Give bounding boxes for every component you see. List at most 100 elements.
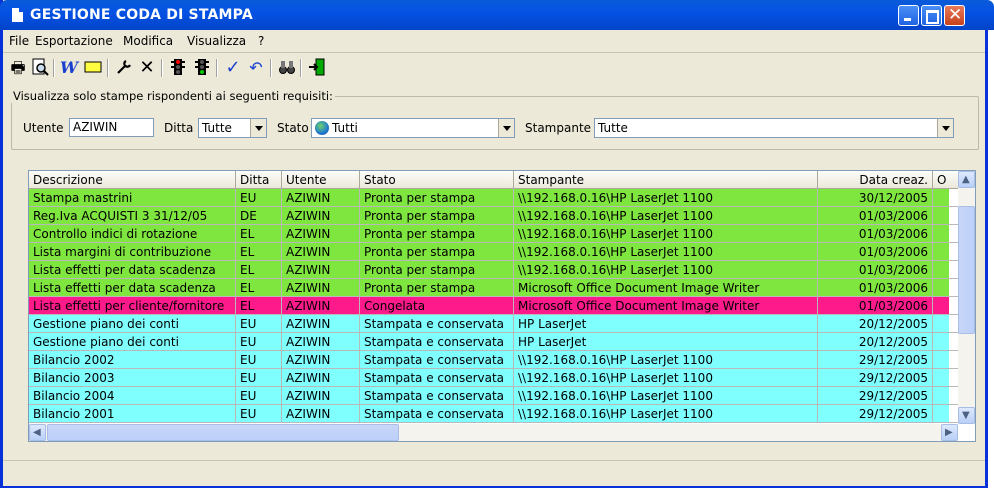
cell-descrizione: Lista effetti per data scadenza [29,279,236,297]
title-bar[interactable]: GESTIONE CODA DI STAMPA ✕ [0,0,994,30]
cell-descrizione: Stampa mastrini [29,189,236,207]
table-row[interactable]: Bilancio 2004 EU AZIWIN Stampata e conserva… [29,387,959,405]
undo-icon[interactable]: ↶ [245,58,267,78]
table-row[interactable]: Lista margini di contribuzione EL AZIWIN Pr… [29,243,959,261]
table-row[interactable]: Bilancio 2001 EU AZIWIN Stampata e conserva… [29,405,959,423]
scroll-left-button[interactable]: ◀ [29,424,46,441]
chevron-down-icon[interactable] [937,119,953,137]
cell-stato: Stampata e conservata [360,405,514,423]
rectangle-icon[interactable] [82,58,104,78]
cell-data-creazione: 20/12/2005 [818,315,933,333]
ditta-label: Ditta [164,121,194,135]
table-row[interactable]: Gestione piano dei conti EU AZIWIN Stampata… [29,315,959,333]
table-row[interactable]: Gestione piano dei conti EU AZIWIN Stampata… [29,333,959,351]
close-button[interactable]: ✕ [944,5,965,26]
cell-data-creazione: 01/03/2006 [818,279,933,297]
cell-o [933,387,959,405]
cell-stato: Pronta per stampa [360,261,514,279]
chevron-down-icon[interactable] [250,119,266,137]
menu-file[interactable]: File [9,34,29,48]
cell-ditta: EU [236,369,282,387]
stampante-select[interactable]: Tutte [594,118,954,138]
cell-stampante: \\192.168.0.16\HP LaserJet 1100 [514,405,818,423]
cell-utente: AZIWIN [282,369,360,387]
table-row[interactable]: Controllo indici di rotazione EL AZIWIN Pro… [29,225,959,243]
cell-data-creazione: 01/03/2006 [818,207,933,225]
binoculars-icon[interactable] [276,58,298,78]
table-row[interactable]: Stampa mastrini EU AZIWIN Pronta per stampa… [29,189,959,207]
column-header-ditta[interactable]: Ditta [236,171,282,189]
grid-header: Descrizione Ditta Utente Stato Stampante… [29,171,959,189]
cell-stato: Pronta per stampa [360,207,514,225]
cell-stato: Stampata e conservata [360,387,514,405]
print-preview-icon[interactable] [29,58,51,78]
utente-input[interactable]: AZIWIN [69,118,154,137]
cell-descrizione: Bilancio 2001 [29,405,236,423]
scroll-up-button[interactable]: ▲ [958,171,975,188]
cell-ditta: EL [236,261,282,279]
scroll-right-button[interactable]: ▶ [941,424,958,441]
column-header-stato[interactable]: Stato [360,171,514,189]
scroll-down-button[interactable]: ▼ [958,407,975,424]
exit-icon[interactable] [306,58,328,78]
table-row[interactable]: Bilancio 2002 EU AZIWIN Stampata e conserva… [29,351,959,369]
cell-o [933,189,959,207]
menu-modifica[interactable]: Modifica [123,34,173,48]
cell-ditta: EL [236,279,282,297]
horizontal-scrollbar[interactable]: ◀ ▶ [29,424,958,441]
document-icon [12,8,23,22]
cell-ditta: EU [236,315,282,333]
table-row[interactable]: Bilancio 2003 EU AZIWIN Stampata e conserva… [29,369,959,387]
cell-data-creazione: 20/12/2005 [818,333,933,351]
horizontal-scroll-thumb[interactable] [47,424,399,441]
menu-esportazione[interactable]: Esportazione [35,34,113,48]
traffic-light-green-icon[interactable] [191,58,213,78]
column-header-data-creazione[interactable]: Data creaz. [818,171,933,189]
table-row[interactable]: Lista effetti per data scadenza EL AZIWIN P… [29,261,959,279]
column-header-o[interactable]: O [933,171,959,189]
menu-visualizza[interactable]: Visualizza [187,34,246,48]
check-icon[interactable]: ✓ [222,58,244,78]
cell-utente: AZIWIN [282,189,360,207]
table-row[interactable]: Reg.Iva ACQUISTI 3 31/12/05 DE AZIWIN Pront… [29,207,959,225]
cell-o [933,243,959,261]
cell-ditta: EU [236,351,282,369]
wrench-icon[interactable] [113,58,135,78]
chevron-left-icon: ◀ [33,427,41,438]
word-icon[interactable]: W [58,58,80,78]
chevron-down-icon[interactable] [498,119,514,137]
cell-ditta: EL [236,297,282,315]
vertical-scroll-thumb[interactable] [958,206,975,334]
cell-stampante: Microsoft Office Document Image Writer [514,297,818,315]
menu-help[interactable]: ? [258,34,264,48]
cell-utente: AZIWIN [282,405,360,423]
cell-o [933,315,959,333]
cell-data-creazione: 01/03/2006 [818,225,933,243]
stato-select[interactable]: Tutti [311,118,515,138]
cell-stato: Stampata e conservata [360,351,514,369]
table-row[interactable]: Lista effetti per cliente/fornitore EL AZI… [29,297,959,315]
table-row[interactable]: Lista effetti per data scadenza EL AZIWIN P… [29,279,959,297]
cell-data-creazione: 30/12/2005 [818,189,933,207]
column-header-stampante[interactable]: Stampante [514,171,818,189]
traffic-light-red-icon[interactable] [167,58,189,78]
cell-o [933,297,959,315]
maximize-button[interactable] [921,5,942,26]
stato-value: Tutti [332,121,358,135]
minimize-button[interactable] [898,5,919,26]
cell-ditta: EL [236,243,282,261]
cell-data-creazione: 29/12/2005 [818,405,933,423]
cell-stampante: \\192.168.0.16\HP LaserJet 1100 [514,261,818,279]
cell-stato: Pronta per stampa [360,243,514,261]
vertical-scrollbar[interactable]: ▲ ▼ [958,171,975,424]
cell-descrizione: Controllo indici di rotazione [29,225,236,243]
cell-data-creazione: 01/03/2006 [818,261,933,279]
column-header-utente[interactable]: Utente [282,171,360,189]
printer-icon[interactable]: 🖶 [7,58,29,78]
cell-descrizione: Gestione piano dei conti [29,315,236,333]
cell-utente: AZIWIN [282,261,360,279]
column-header-descrizione[interactable]: Descrizione [29,171,236,189]
ditta-select[interactable]: Tutte [198,118,267,138]
cell-descrizione: Bilancio 2002 [29,351,236,369]
delete-icon[interactable]: ✕ [136,58,158,78]
